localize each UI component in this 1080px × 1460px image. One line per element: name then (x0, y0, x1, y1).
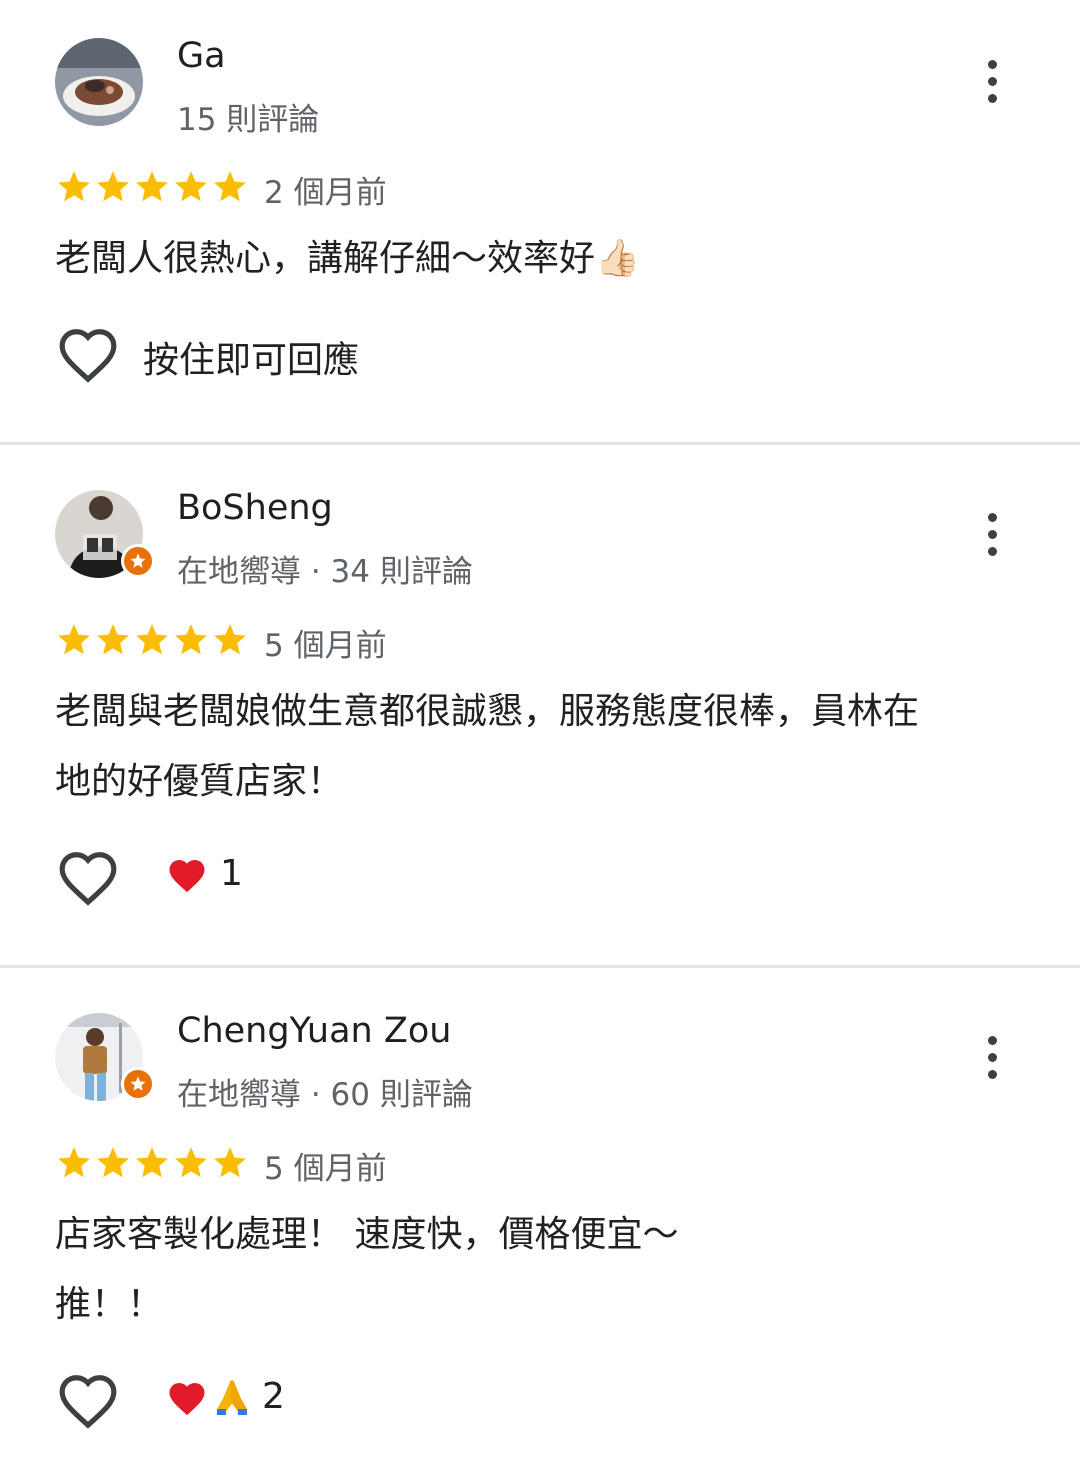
star-icon (136, 624, 168, 655)
more-vert-icon (987, 1035, 997, 1045)
red-heart-icon (169, 859, 205, 892)
reviewer-meta: 在地嚮導 · 60 則評論 (177, 1077, 473, 1113)
folded-hands-icon (217, 1380, 247, 1415)
reaction-summary[interactable]: 2 (166, 1376, 285, 1417)
star-rating (55, 1144, 249, 1182)
star-icon (58, 1147, 90, 1178)
like-button[interactable] (57, 326, 119, 384)
star-icon (214, 171, 246, 202)
star-icon (175, 171, 207, 202)
more-options-button[interactable] (968, 504, 1016, 564)
local-guide-badge (121, 1067, 155, 1101)
star-icon (97, 1147, 129, 1178)
heart-outline-icon (59, 329, 117, 383)
more-vert-icon (987, 59, 997, 69)
avatar-food-photo (55, 38, 143, 126)
heart-outline-icon (59, 852, 117, 906)
local-guide-badge (121, 544, 155, 578)
like-button[interactable] (57, 849, 119, 907)
reaction-summary[interactable]: 1 (166, 853, 243, 894)
star-icon (136, 171, 168, 202)
star-icon (136, 1147, 168, 1178)
star-badge-icon (130, 553, 146, 568)
reaction-count: 1 (220, 853, 243, 894)
star-rating (55, 168, 249, 206)
review-time: 5 個月前 (264, 628, 387, 664)
avatar[interactable] (55, 38, 143, 126)
star-icon (97, 171, 129, 202)
heart-outline-icon (59, 1375, 117, 1429)
reviewer-meta: 15 則評論 (177, 102, 320, 138)
reviewer-meta: 在地嚮導 · 34 則評論 (177, 554, 473, 590)
reviewer-name[interactable]: Ga (177, 36, 226, 76)
review-card: ChengYuan Zou 在地嚮導 · 60 則評論 5 個月前 店家客製化處… (0, 968, 1080, 1460)
star-icon (214, 624, 246, 655)
review-text: 老闆人很熱心，講解仔細～效率好👍🏻 (55, 238, 640, 279)
review-text: 店家客製化處理！ 速度快，價格便宜～ 推！！ (55, 1214, 679, 1325)
review-card: BoSheng 在地嚮導 · 34 則評論 5 個月前 老闆與老闆娘做生意都很誠… (0, 445, 1080, 966)
star-icon (175, 1147, 207, 1178)
star-icon (214, 1147, 246, 1178)
star-badge-icon (130, 1076, 146, 1091)
more-options-button[interactable] (968, 1027, 1016, 1087)
star-rating (55, 621, 249, 659)
reply-hint[interactable]: 按住即可回應 (143, 331, 359, 383)
reviewer-name[interactable]: ChengYuan Zou (177, 1011, 451, 1051)
reviewer-name[interactable]: BoSheng (177, 488, 333, 528)
star-icon (97, 624, 129, 655)
review-time: 2 個月前 (264, 175, 387, 211)
more-vert-icon (987, 512, 997, 522)
star-icon (58, 171, 90, 202)
review-card: Ga 15 則評論 2 個月前 老闆人很熱心，講解仔細～效率好👍🏻 按住即可回應 (0, 0, 1080, 443)
review-time: 5 個月前 (264, 1151, 387, 1187)
more-options-button[interactable] (968, 51, 1016, 111)
reaction-count: 2 (262, 1376, 285, 1417)
like-button[interactable] (57, 1372, 119, 1430)
star-icon (58, 624, 90, 655)
star-icon (175, 624, 207, 655)
review-text: 老闆與老闆娘做生意都很誠懇，服務態度很棒，員林在 地的好優質店家！ (55, 691, 920, 802)
red-heart-icon (169, 1382, 205, 1415)
